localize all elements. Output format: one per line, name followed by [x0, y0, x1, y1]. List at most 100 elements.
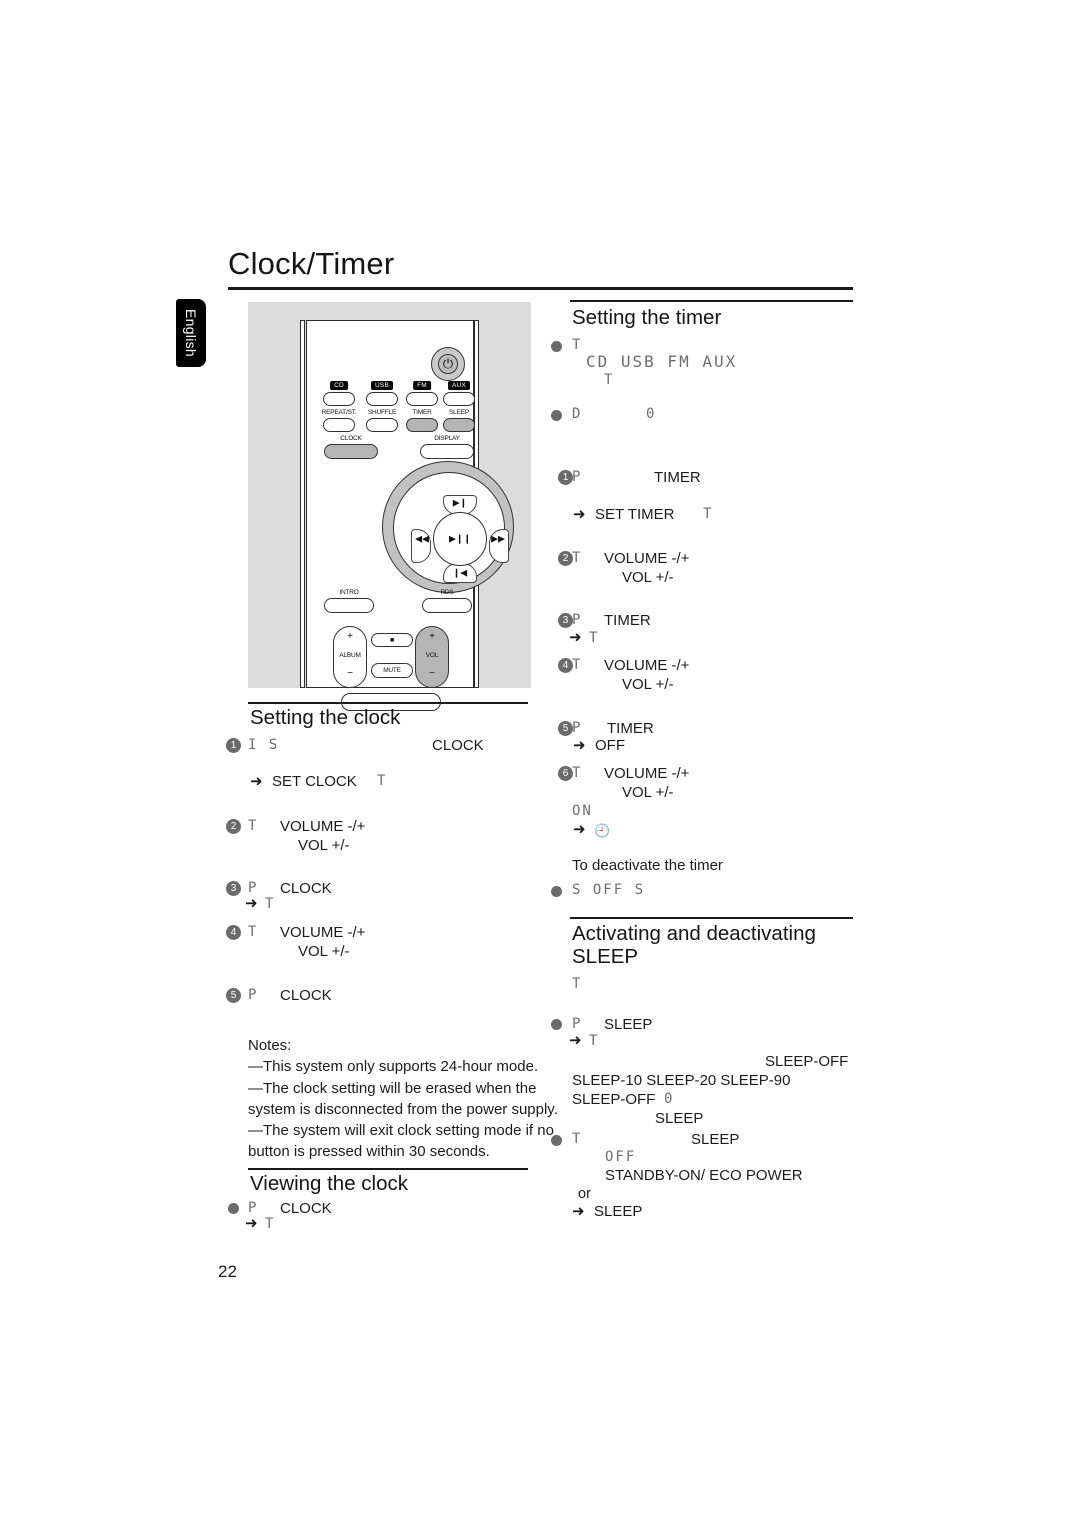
stop-icon: ■ [389, 637, 395, 644]
timer-step1-arrow-icon: ➜ [573, 506, 586, 523]
step4-lcd-prefix: T [248, 924, 259, 940]
timer-bullet2-lcd: D [572, 406, 583, 422]
remote-vol-plus: + [429, 631, 435, 642]
setting-timer-divider [570, 300, 853, 302]
timer-step2-lcd: T [572, 550, 583, 566]
timer-step1-lcd: P [572, 469, 583, 485]
bullet-dot [551, 1135, 562, 1146]
note-item: —This system only supports 24-hour mode. [248, 1058, 539, 1075]
timer-step3-sub-lcd: T [589, 630, 600, 646]
timer-source-lcd: CD USB FM AUX [586, 352, 738, 371]
step5-text: CLOCK [280, 987, 332, 1004]
sleep-heading-line2: SLEEP [572, 945, 639, 968]
bullet-dot [551, 341, 562, 352]
remote-label-timer: TIMER [412, 409, 432, 416]
step5-lcd-prefix: P [248, 987, 259, 1003]
remote-control-illustration: ⏻ CD USB FM AUX REPEAT/ST. SHUFFLE TIMER… [248, 302, 531, 711]
remote-label-aux: AUX [448, 381, 470, 390]
step1-sub-lcd: T [377, 773, 388, 789]
page-title: Clock/Timer [228, 246, 395, 281]
remote-label-clock: CLOCK [340, 435, 362, 442]
play-pause-icon: ▶❙❙ [448, 533, 472, 544]
step1-sub-text: SET CLOCK [272, 773, 357, 790]
remote-label-shuffle: SHUFFLE [367, 409, 397, 416]
step-number: 5 [226, 988, 241, 1003]
timer-step6-line2: VOL +/- [622, 784, 674, 801]
timer-step1-text: TIMER [654, 469, 701, 486]
page-number: 22 [218, 1262, 237, 1281]
sleep-divider [570, 917, 853, 919]
step1-lcd-prefix: I S [248, 737, 280, 753]
timer-step2-line2: VOL +/- [622, 569, 674, 586]
timer-bullet2-lcd-extra: 0 [646, 406, 657, 422]
timer-step5-arrow-icon: ➜ [573, 737, 586, 754]
step-number: 5 [558, 721, 573, 736]
language-tab: English [176, 299, 206, 367]
sleep-bullet2-arrow-text: SLEEP [594, 1203, 643, 1220]
timer-step5-sub-text: OFF [595, 737, 625, 754]
timer-step4-lcd: T [572, 657, 583, 673]
sleep-options-line: SLEEP-10 SLEEP-20 SLEEP-90 [572, 1072, 791, 1089]
remote-vol-minus: − [429, 668, 435, 679]
step-number: 2 [226, 819, 241, 834]
remote-button-repeat [323, 418, 355, 432]
remote-label-usb: USB [371, 381, 393, 390]
sleep-bullet1-text: SLEEP [604, 1016, 653, 1033]
rewind-icon: ◀◀ [415, 533, 429, 544]
remote-button-timer [406, 418, 438, 432]
viewing-clock-arrow-icon: ➜ [245, 1215, 258, 1232]
remote-button-rds [422, 598, 472, 613]
note-item: —The system will exit clock setting mode… [248, 1122, 554, 1160]
remote-label-mute: MUTE [383, 667, 401, 674]
setting-clock-heading: Setting the clock [250, 706, 401, 729]
remote-button-sleep [443, 418, 475, 432]
timer-step6-lcd: T [572, 765, 583, 781]
step-number: 1 [226, 738, 241, 753]
remote-power-button: ⏻ [431, 347, 465, 381]
step1-arrow-icon: ➜ [250, 773, 263, 790]
sleep-option-off: SLEEP-OFF [572, 1091, 656, 1108]
timer-step3-lcd: P [572, 612, 583, 628]
fast-forward-icon: ▶▶ [491, 533, 505, 544]
sleep-bullet2-text: SLEEP [691, 1131, 740, 1148]
timer-bullet1-lcd-line3: T [604, 372, 615, 388]
timer-step5-lcd: P [572, 720, 583, 736]
viewing-clock-heading: Viewing the clock [250, 1172, 409, 1195]
deactivate-timer-label: To deactivate the timer [572, 857, 723, 874]
timer-bullet1-lcd: T [572, 337, 583, 353]
sleep-options-indent: SLEEP [655, 1110, 704, 1127]
power-icon: ⏻ [442, 356, 454, 371]
step3-sub-lcd: T [265, 896, 276, 912]
remote-button-display [420, 444, 474, 459]
step3-arrow-icon: ➜ [245, 895, 258, 912]
clock-icon: 🕘 [594, 823, 611, 838]
timer-step1-sub-lcd: T [703, 506, 714, 522]
remote-left-edge [300, 320, 305, 688]
notes-label: Notes: [248, 1037, 292, 1054]
step2-lcd-prefix: T [248, 818, 259, 834]
step2-line2: VOL +/- [298, 837, 350, 854]
remote-label-repeat: REPEAT/ST. [321, 409, 357, 416]
bullet-dot [551, 410, 562, 421]
remote-label-display: DISPLAY [434, 435, 460, 442]
remote-button-fm [406, 392, 438, 406]
language-tab-label: English [183, 308, 199, 358]
step2-line1: VOLUME -/+ [280, 818, 366, 835]
viewing-clock-divider [248, 1168, 528, 1170]
deactivate-timer-lcd: S OFF S [572, 882, 646, 898]
remote-button-usb [366, 392, 398, 406]
timer-step4-line2: VOL +/- [622, 676, 674, 693]
remote-label-rds: RDS [440, 589, 454, 596]
sleep-bullet1-lcd: P [572, 1016, 583, 1032]
step4-line1: VOLUME -/+ [280, 924, 366, 941]
sleep-bullet2-off-lcd: OFF [605, 1149, 637, 1165]
step-number: 3 [226, 881, 241, 896]
step3-text: CLOCK [280, 880, 332, 897]
remote-button-shuffle [366, 418, 398, 432]
sleep-bullet1-sub-lcd: T [589, 1033, 600, 1049]
next-track-icon: ▶❙ [452, 497, 468, 508]
timer-on-lcd: ON [572, 803, 593, 819]
viewing-clock-sub-lcd: T [265, 1216, 276, 1232]
step-number: 4 [558, 658, 573, 673]
step-number: 2 [558, 551, 573, 566]
